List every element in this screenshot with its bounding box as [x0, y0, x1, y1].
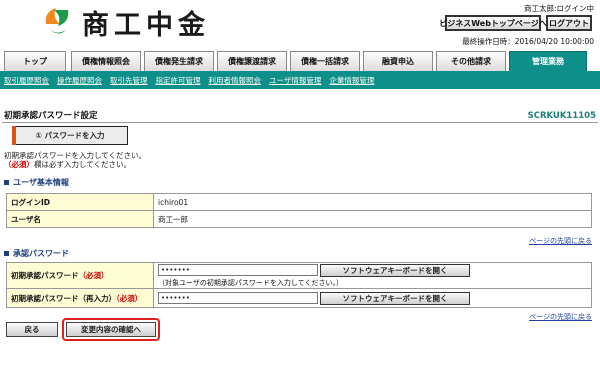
page-title-bar: 初期承認パスワード設定 SCRKUK11105 — [2, 109, 598, 123]
reenter-password-input[interactable]: ••••••• — [158, 292, 318, 304]
subnav-partner-management[interactable]: 取引先管理 — [110, 75, 148, 86]
step-indicator: ① パスワードを入力 — [12, 126, 128, 145]
tab-bulk-request[interactable]: 債権一括請求 — [290, 51, 360, 71]
instruction-line-1: 初期承認パスワードを入力してください。 — [4, 151, 147, 160]
square-bullet-icon — [4, 180, 9, 185]
page-title: 初期承認パスワード設定 — [4, 111, 98, 121]
tab-top[interactable]: トップ — [4, 51, 66, 71]
approval-password-heading: 承認パスワード — [4, 248, 69, 259]
table-row: ログインID ichiro01 — [6, 193, 592, 211]
back-to-top-link[interactable]: ページの先頭に戻る — [529, 312, 592, 322]
instruction-line-2: （必須）欄は必ず入力してください。 — [4, 160, 132, 169]
tab-admin[interactable]: 管理業務 — [509, 51, 587, 71]
user-name-label: ユーザ名 — [6, 210, 154, 228]
software-keyboard-button-1[interactable]: ソフトウェアキーボードを開く — [320, 263, 470, 277]
subnav-operation-history[interactable]: 操作履歴照会 — [57, 75, 102, 86]
initial-password-cell: ••••••• ソフトウェアキーボードを開く （対象ユーザの初期承認パスワードを入… — [153, 262, 592, 289]
user-info-heading: ユーザ基本情報 — [4, 177, 69, 188]
login-user-status: 商工太郎:ログイン中 — [523, 4, 594, 13]
main-tabs: トップ 債権情報照会 債権発生請求 債権譲渡請求 債権一括請求 融資申込 その他… — [0, 51, 600, 71]
initial-password-input[interactable]: ••••••• — [158, 264, 318, 276]
subnav-user-info-management[interactable]: ユーザ情報管理 — [269, 75, 321, 86]
tab-loan-application[interactable]: 融資申込 — [363, 51, 433, 71]
back-button[interactable]: 戻る — [6, 322, 58, 337]
table-row: ユーザ名 商工一郎 — [6, 210, 592, 228]
subnav-user-info-inquiry[interactable]: 利用者情報照会 — [209, 75, 262, 86]
back-to-top-link[interactable]: ページの先頭に戻る — [529, 236, 592, 246]
tab-credit-transfer[interactable]: 債権譲渡請求 — [217, 51, 287, 71]
login-id-value: ichiro01 — [153, 193, 592, 211]
screen-code: SCRKUK11105 — [527, 111, 596, 121]
reenter-password-label: 初期承認パスワード（再入力）（必須） — [6, 288, 154, 308]
logo-text: 商工中金 — [82, 9, 210, 41]
approval-password-table: 初期承認パスワード（必須） ••••••• ソフトウェアキーボードを開く （対象ユ… — [6, 262, 592, 308]
login-id-label: ログインID — [6, 193, 154, 211]
subnav-company-info-management[interactable]: 企業情報管理 — [329, 75, 374, 86]
subnav-transaction-history[interactable]: 取引履歴照会 — [4, 75, 49, 86]
tab-other-requests[interactable]: その他請求 — [436, 51, 506, 71]
reenter-password-cell: ••••••• ソフトウェアキーボードを開く — [153, 288, 592, 308]
business-web-top-button[interactable]: ビジネスWebトップページへ — [439, 15, 547, 31]
logout-button[interactable]: ログアウト — [546, 15, 592, 31]
confirm-changes-button[interactable]: 変更内容の確認へ — [66, 322, 156, 337]
last-operation-time: 最終操作日時：2016/04/20 10:00:00 — [462, 37, 594, 46]
initial-password-note: （対象ユーザの初期承認パスワードを入力してください。） — [158, 278, 343, 287]
tab-credit-inquiry[interactable]: 債権情報照会 — [71, 51, 141, 71]
software-keyboard-button-2[interactable]: ソフトウェアキーボードを開く — [320, 291, 470, 305]
user-name-value: 商工一郎 — [153, 210, 592, 228]
square-bullet-icon — [4, 251, 9, 256]
logo-mark-icon — [40, 4, 74, 40]
initial-password-label: 初期承認パスワード（必須） — [6, 262, 154, 289]
sub-navigation: 取引履歴照会 操作履歴照会 取引先管理 指定許可管理 利用者情報照会 ユーザ情報… — [0, 71, 600, 89]
tab-credit-issue[interactable]: 債権発生請求 — [144, 51, 214, 71]
user-info-table: ログインID ichiro01 ユーザ名 商工一郎 — [6, 193, 592, 228]
table-row: 初期承認パスワード（必須） ••••••• ソフトウェアキーボードを開く （対象ユ… — [6, 262, 592, 289]
subnav-permission-management[interactable]: 指定許可管理 — [156, 75, 201, 86]
required-mark: （必須） — [4, 160, 34, 169]
table-row: 初期承認パスワード（再入力）（必須） ••••••• ソフトウェアキーボードを開く — [6, 288, 592, 308]
company-logo: 商工中金 — [40, 4, 225, 41]
